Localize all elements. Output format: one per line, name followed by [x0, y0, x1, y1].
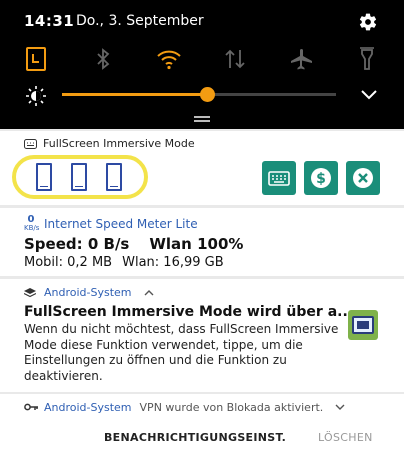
status-time: 14:31	[24, 12, 75, 30]
clear-all-button[interactable]: LÖSCHEN	[318, 431, 373, 444]
vpn-notification[interactable]: Android-System VPN wurde von Blokada akti…	[0, 394, 404, 422]
usage-line: Mobil: 0,2 MB Wlan: 16,99 GB	[24, 255, 224, 270]
fullscreen-app-icon	[348, 310, 378, 340]
speed-line: Speed: 0 B/s Wlan 100%	[24, 235, 244, 253]
keyboard-button[interactable]	[262, 161, 296, 195]
flashlight-icon[interactable]	[354, 46, 380, 72]
android-system-notification[interactable]: Android-System FullScreen Immersive Mode…	[0, 279, 404, 392]
bluetooth-icon[interactable]	[90, 46, 116, 72]
notification-app-name: Internet Speed Meter Lite	[44, 217, 198, 231]
layers-icon	[24, 288, 36, 298]
status-date[interactable]: Do., 3. September	[76, 13, 204, 29]
alarm-clock-icon[interactable]	[24, 46, 50, 72]
notification-footer: BENACHRICHTIGUNGSEINST. LÖSCHEN	[0, 422, 404, 450]
vpn-line: Android-System VPN wurde von Blokada akti…	[44, 401, 324, 414]
speed-meter-icon: 0 KB/s	[24, 214, 40, 233]
dollar-icon: $	[311, 168, 331, 188]
notification-body: Wenn du nicht möchtest, dass FullScreen …	[24, 322, 339, 383]
drag-handle[interactable]	[194, 116, 210, 122]
brightness-slider[interactable]	[62, 87, 336, 102]
chevron-up-icon[interactable]	[144, 289, 154, 296]
notification-settings-button[interactable]: BENACHRICHTIGUNGSEINST.	[104, 431, 286, 444]
portrait-phone-icon[interactable]	[71, 163, 87, 191]
chevron-down-icon[interactable]	[335, 404, 345, 411]
notification-app-name: FullScreen Immersive Mode	[43, 137, 195, 150]
brightness-slider-thumb[interactable]	[200, 87, 216, 102]
close-button[interactable]	[346, 161, 380, 195]
notification-app-name: Android-System	[44, 286, 132, 299]
chevron-down-icon[interactable]	[360, 87, 378, 101]
svg-text:$: $	[316, 171, 326, 187]
brightness-slider-fill	[62, 93, 208, 96]
quick-settings-panel: 14:31 Do., 3. September	[0, 0, 404, 129]
brightness-icon	[26, 86, 46, 106]
airplane-mode-icon[interactable]	[288, 46, 314, 72]
mobile-data-icon[interactable]	[222, 46, 248, 72]
keyboard-icon	[268, 171, 290, 186]
portrait-phone-icon[interactable]	[36, 163, 52, 191]
wifi-icon[interactable]	[156, 46, 182, 72]
fullscreen-notification[interactable]: FullScreen Immersive Mode $	[0, 131, 404, 205]
close-icon	[353, 168, 373, 188]
speed-meter-notification[interactable]: 0 KB/s Internet Speed Meter Lite Speed: 0…	[0, 208, 404, 276]
gear-icon[interactable]	[358, 12, 378, 32]
key-icon	[24, 403, 38, 411]
portrait-phone-icon[interactable]	[106, 163, 122, 191]
notification-title: FullScreen Immersive Mode wird über a..	[24, 304, 348, 320]
donate-button[interactable]: $	[304, 161, 338, 195]
